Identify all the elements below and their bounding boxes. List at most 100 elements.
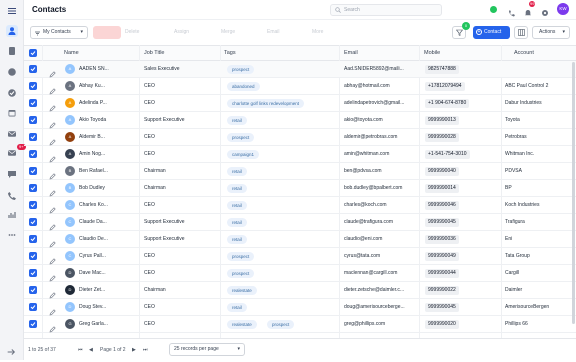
col-tags[interactable]: Tags	[224, 50, 236, 56]
row-checkbox[interactable]	[29, 65, 37, 73]
email[interactable]: Aad.SNIDER5892@maili...	[344, 66, 417, 72]
last-page-icon[interactable]: ⏭	[143, 347, 148, 353]
account-name[interactable]: ABC Paul Control 2	[505, 83, 573, 89]
user-avatar[interactable]: KW	[557, 3, 569, 15]
col-name[interactable]: Name	[64, 50, 79, 56]
calendar-icon[interactable]	[6, 107, 18, 119]
table-row[interactable]: C Charles Ko... CEO retail charles@koch.com 9…	[24, 197, 576, 214]
add-contact-button[interactable]: + Contact	[473, 26, 510, 39]
col-job-title[interactable]: Job Title	[144, 50, 164, 56]
prev-page-icon[interactable]: ◀	[89, 347, 93, 353]
filter-button[interactable]: 0	[452, 22, 470, 39]
row-checkbox[interactable]	[29, 320, 37, 328]
contact-name[interactable]: Claude Da...	[79, 219, 137, 225]
row-checkbox[interactable]	[29, 269, 37, 277]
settings-icon[interactable]	[541, 4, 549, 22]
building-icon[interactable]	[6, 45, 18, 57]
row-checkbox[interactable]	[29, 235, 37, 243]
contact-name[interactable]: Ben Rafael...	[79, 168, 137, 174]
phone-icon[interactable]	[508, 4, 516, 22]
first-page-icon[interactable]: ⏮	[78, 347, 83, 353]
account-name[interactable]: Toyota	[505, 117, 573, 123]
contact-name[interactable]: AADEN SN...	[79, 66, 137, 72]
search-input[interactable]: Search	[330, 4, 442, 16]
notification-icon[interactable]: 99	[524, 1, 536, 22]
account-name[interactable]: Cargill	[505, 270, 573, 276]
phone-icon[interactable]	[6, 190, 18, 202]
contact-name[interactable]: Adelinda P...	[79, 100, 137, 106]
col-email[interactable]: Email	[344, 50, 358, 56]
email[interactable]: amin@whitman.com	[344, 151, 417, 157]
table-row[interactable]: A Amin Nog... CEO campaign1 amin@whitman.com…	[24, 146, 576, 163]
email[interactable]: maclennan@cargill.com	[344, 270, 417, 276]
account-name[interactable]: Daimler	[505, 287, 573, 293]
col-mobile[interactable]: Mobile	[424, 50, 440, 56]
delete-button[interactable]	[93, 26, 121, 39]
more-icon[interactable]	[6, 229, 18, 241]
table-row[interactable]: D Doug Stev... CEO retail doug@amerisourcebe…	[24, 299, 576, 316]
account-name[interactable]: Koch Industries	[505, 202, 573, 208]
menu-icon[interactable]	[6, 5, 18, 17]
col-account[interactable]: Account	[514, 50, 534, 56]
next-page-icon[interactable]: ▶	[132, 347, 136, 353]
ghost-assign[interactable]: Assign	[174, 26, 189, 39]
email[interactable]: dieter.zetsche@daimler.c...	[344, 287, 417, 293]
contact-name[interactable]: Dave Mac...	[79, 270, 137, 276]
email[interactable]: ben@pdvsa.com	[344, 168, 417, 174]
ghost-merge[interactable]: Merge	[221, 26, 235, 39]
contact-name[interactable]: Charles Ko...	[79, 202, 137, 208]
account-name[interactable]: Phillips 66	[505, 321, 573, 327]
row-checkbox[interactable]	[29, 150, 37, 158]
inbox-icon[interactable]: 9+	[6, 144, 26, 159]
mail-icon[interactable]	[6, 128, 18, 140]
reports-icon[interactable]	[6, 209, 18, 221]
account-name[interactable]: Trafigura	[505, 219, 573, 225]
row-checkbox[interactable]	[29, 99, 37, 107]
actions-dropdown[interactable]: Actions ▾	[532, 26, 570, 39]
contact-name[interactable]: Amin Nog...	[79, 151, 137, 157]
ghost-email[interactable]: Email	[267, 26, 280, 39]
account-name[interactable]: AmerisourceBergen	[505, 304, 573, 310]
email[interactable]: claude@trafigura.com	[344, 219, 417, 225]
row-checkbox[interactable]	[29, 201, 37, 209]
email[interactable]: adelindapetrovich@gmail...	[344, 100, 417, 106]
account-name[interactable]: Dabur Industries	[505, 100, 573, 106]
table-row[interactable]: D Dave Mac... CEO prospect maclennan@cargill…	[24, 265, 576, 282]
columns-button[interactable]	[514, 26, 528, 39]
ghost-more[interactable]: More	[312, 26, 323, 39]
table-row[interactable]: C Claude Da... Support Executive retail clau…	[24, 214, 576, 231]
contact-name[interactable]: Bob Dudley	[79, 185, 137, 191]
contact-name[interactable]: Claudio De...	[79, 236, 137, 242]
contact-name[interactable]: Greg Garla...	[79, 321, 137, 327]
collapse-rail-icon[interactable]	[6, 344, 18, 356]
email[interactable]: cyrus@tata.com	[344, 253, 417, 259]
tasks-icon[interactable]	[6, 87, 18, 99]
table-row[interactable]: C Claudio De... Support Executive retail cla…	[24, 231, 576, 248]
edit-icon[interactable]	[49, 320, 56, 338]
row-checkbox[interactable]	[29, 286, 37, 294]
account-name[interactable]: BP	[505, 185, 573, 191]
table-row[interactable]: D Dieter Zet... Chairman realestate dieter.z…	[24, 282, 576, 299]
account-name[interactable]: PDVSA	[505, 168, 573, 174]
table-row[interactable]: B Ben Rafael... Chairman retail ben@pdvsa.co…	[24, 163, 576, 180]
email[interactable]: abhay@hotmail.com	[344, 83, 417, 89]
ghost-delete[interactable]: Delete	[125, 26, 139, 39]
contact-name[interactable]: Cyrus Pall...	[79, 253, 137, 259]
account-name[interactable]: Eni	[505, 236, 573, 242]
table-row[interactable]: G Greg Garla... CEO realestate prospect greg@…	[24, 316, 576, 333]
account-name[interactable]: Whitman Inc.	[505, 151, 573, 157]
chat-icon[interactable]	[6, 168, 18, 180]
table-row[interactable]: A Aldemir B... CEO prospect aldemir@petrobra…	[24, 129, 576, 146]
contact-name[interactable]: Akio Toyoda	[79, 117, 137, 123]
row-checkbox[interactable]	[29, 303, 37, 311]
view-selector[interactable]: My Contacts ▾	[30, 26, 88, 39]
contacts-icon[interactable]	[6, 25, 18, 37]
table-row[interactable]: A Adelinda P... CEO charlotte golf links re…	[24, 95, 576, 112]
row-checkbox[interactable]	[29, 133, 37, 141]
email[interactable]: greg@phillips.com	[344, 321, 417, 327]
contact-name[interactable]: Dieter Zet...	[79, 287, 137, 293]
row-checkbox[interactable]	[29, 116, 37, 124]
table-row[interactable]: C Cyrus Pall... CEO prospect cyrus@tata.com 9…	[24, 248, 576, 265]
row-checkbox[interactable]	[29, 252, 37, 260]
email[interactable]: charles@koch.com	[344, 202, 417, 208]
